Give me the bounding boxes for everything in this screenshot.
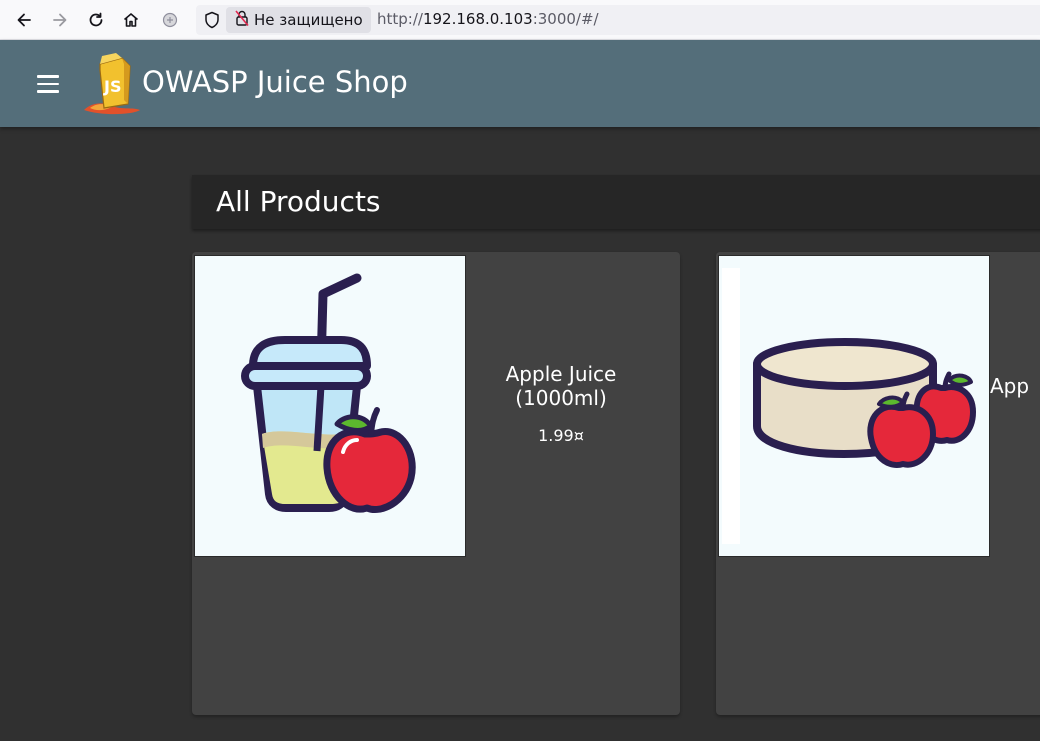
product-name[interactable]: App bbox=[990, 374, 1040, 398]
extension-icon[interactable] bbox=[158, 8, 182, 32]
shield-icon[interactable] bbox=[203, 10, 221, 30]
product-name[interactable]: Apple Juice (1000ml) bbox=[466, 362, 656, 410]
security-indicator[interactable]: Не защищено bbox=[226, 7, 371, 33]
juice-shop-logo[interactable]: JS bbox=[82, 52, 142, 116]
browser-toolbar: Не защищено http://192.168.0.103:3000/#/ bbox=[0, 0, 1040, 40]
url-path: :3000/#/ bbox=[532, 10, 599, 28]
insecure-lock-icon bbox=[234, 9, 250, 31]
url-text[interactable]: http://192.168.0.103:3000/#/ bbox=[377, 10, 599, 28]
back-icon[interactable] bbox=[12, 8, 36, 32]
forward-icon[interactable] bbox=[48, 8, 72, 32]
page-title: All Products bbox=[216, 185, 381, 218]
product-card[interactable]: Apple Juice (1000ml) 1.99¤ bbox=[192, 252, 680, 715]
url-host: 192.168.0.103 bbox=[422, 10, 533, 28]
app-title[interactable]: OWASP Juice Shop bbox=[142, 65, 408, 99]
products-heading-bar: All Products bbox=[192, 175, 1040, 229]
product-card[interactable]: App bbox=[716, 252, 1040, 715]
product-image-apple-pomace[interactable] bbox=[718, 255, 990, 557]
url-prefix: http:// bbox=[377, 10, 423, 28]
app-toolbar: JS OWASP Juice Shop bbox=[0, 40, 1040, 127]
home-icon[interactable] bbox=[119, 8, 143, 32]
hamburger-menu-icon[interactable] bbox=[30, 68, 66, 100]
product-image-apple-juice[interactable] bbox=[194, 255, 466, 557]
reload-icon[interactable] bbox=[84, 8, 108, 32]
svg-text:JS: JS bbox=[103, 77, 121, 96]
security-label: Не защищено bbox=[254, 11, 363, 29]
product-price: 1.99¤ bbox=[538, 426, 584, 445]
